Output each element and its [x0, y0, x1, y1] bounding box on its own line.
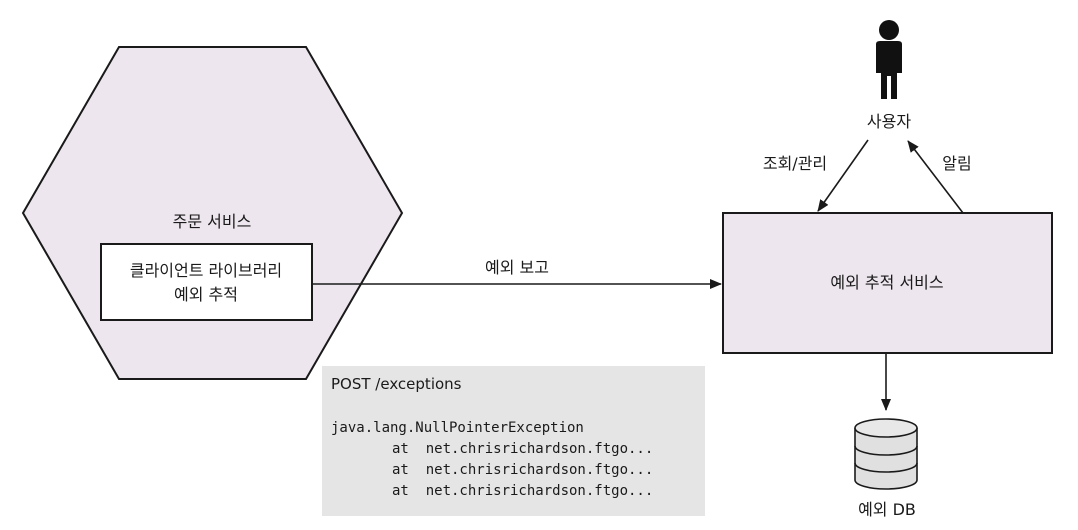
- query-manage-arrow: [817, 139, 869, 212]
- query-manage-label: 조회/관리: [762, 154, 828, 173]
- client-library-label-line2: 예외 추적: [174, 285, 238, 304]
- exception-tracking-service-title: 예외 추적 서비스: [830, 273, 944, 292]
- client-library-label-line1: 클라이언트 라이브러리: [129, 261, 283, 280]
- code-frame-line: at net.chrisrichardson.ftgo...: [392, 462, 654, 478]
- database-icon: [854, 418, 918, 490]
- user-label: 사용자: [866, 112, 912, 131]
- client-library-box: [100, 243, 313, 321]
- code-frame-line: at net.chrisrichardson.ftgo...: [392, 483, 654, 499]
- report-arrow-label: 예외 보고: [485, 258, 549, 277]
- code-sample-panel: POST /exceptions java.lang.NullPointerEx…: [322, 366, 705, 516]
- code-frame-line: at net.chrisrichardson.ftgo...: [392, 441, 654, 457]
- notify-arrow: [907, 140, 964, 214]
- user-icon: [876, 20, 902, 99]
- code-exception-line: java.lang.NullPointerException: [331, 420, 584, 436]
- database-label: 예외 DB: [858, 500, 916, 519]
- notify-label: 알림: [942, 154, 972, 173]
- order-service-title: 주문 서비스: [172, 212, 252, 231]
- code-request-line: POST /exceptions: [331, 375, 462, 393]
